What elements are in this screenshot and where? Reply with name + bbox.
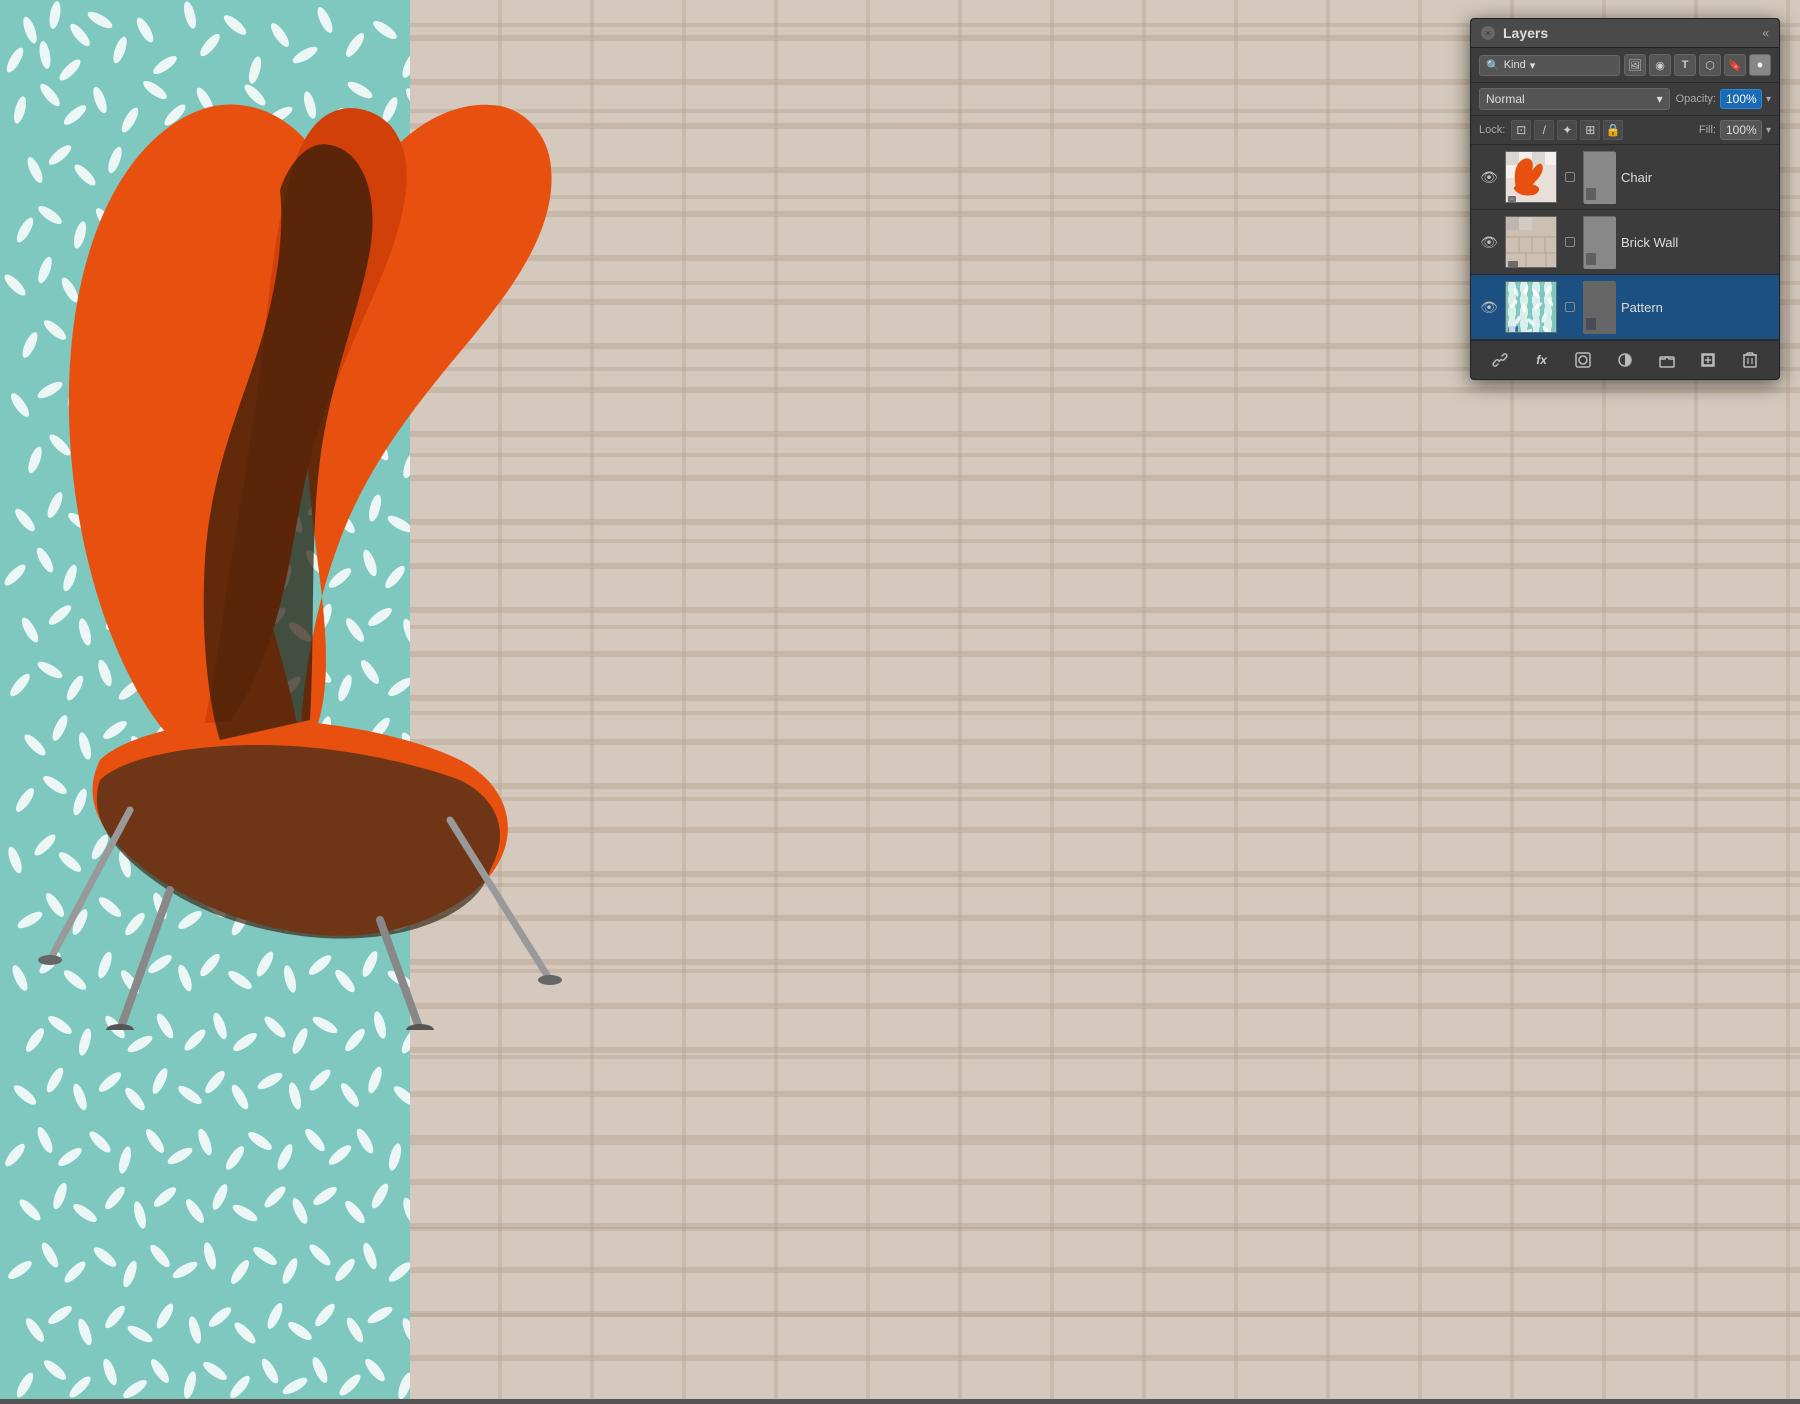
lock-move-btn[interactable]: ✦ <box>1557 120 1577 140</box>
layer-chain-brick <box>1563 216 1577 268</box>
layer-name-chair: Chair <box>1621 170 1771 185</box>
search-icon: 🔍 <box>1486 59 1500 72</box>
layer-mask-brick <box>1583 216 1615 268</box>
blend-mode-arrow: ▾ <box>1657 92 1663 106</box>
delete-layer-btn[interactable] <box>1738 348 1762 372</box>
filter-toggle-btn[interactable]: ● <box>1749 54 1771 76</box>
filter-shape-btn[interactable]: ⬡ <box>1699 54 1721 76</box>
fill-dropdown-arrow[interactable]: ▾ <box>1766 125 1771 136</box>
filter-bar: 🔍 Kind ▾ 🖼 ◉ T ⬡ 🔖 ● <box>1471 48 1779 83</box>
kind-dropdown-arrow: ▾ <box>1530 59 1536 72</box>
layer-thumbnail-brick <box>1505 216 1557 268</box>
layer-item-pattern[interactable]: 👁 <box>1471 275 1779 340</box>
layer-visibility-pattern[interactable]: 👁 <box>1479 299 1499 316</box>
blend-opacity-row: Normal ▾ Opacity: 100% ▾ <box>1471 83 1779 116</box>
lock-buttons: ⊡ / ✦ ⊞ 🔒 <box>1511 120 1623 140</box>
layer-thumbnail-pattern <box>1505 281 1557 333</box>
layers-title-bar: × Layers « <box>1471 19 1779 48</box>
layer-visibility-chair[interactable]: 👁 <box>1479 169 1499 186</box>
blend-mode-value: Normal <box>1486 92 1525 106</box>
layer-thumbnail-chair <box>1505 151 1557 203</box>
opacity-control: Opacity: 100% ▾ <box>1676 89 1771 109</box>
opacity-value[interactable]: 100% <box>1720 89 1762 109</box>
layer-mask-pattern <box>1583 281 1615 333</box>
add-style-btn[interactable]: fx <box>1530 348 1554 372</box>
lock-label: Lock: <box>1479 124 1505 136</box>
filter-type-btn[interactable]: T <box>1674 54 1696 76</box>
layers-panel: × Layers « 🔍 Kind ▾ 🖼 ◉ T ⬡ 🔖 ● Normal ▾… <box>1470 18 1780 380</box>
layer-visibility-brick[interactable]: 👁 <box>1479 234 1499 251</box>
new-group-btn[interactable] <box>1655 348 1679 372</box>
fill-label: Fill: <box>1699 124 1716 136</box>
kind-label: Kind <box>1504 59 1526 71</box>
opacity-label: Opacity: <box>1676 93 1716 105</box>
lock-transparency-btn[interactable]: ⊡ <box>1511 120 1531 140</box>
lock-all-btn[interactable]: 🔒 <box>1603 120 1623 140</box>
layers-toolbar: fx <box>1471 340 1779 379</box>
opacity-dropdown-arrow[interactable]: ▾ <box>1766 94 1771 105</box>
fill-control: Fill: 100% ▾ <box>1699 120 1771 140</box>
panel-title: Layers <box>1503 25 1762 41</box>
lock-fill-row: Lock: ⊡ / ✦ ⊞ 🔒 Fill: 100% ▾ <box>1471 116 1779 145</box>
layer-chain-chair <box>1563 151 1577 203</box>
add-mask-btn[interactable] <box>1571 348 1595 372</box>
chair-illustration <box>0 60 780 1030</box>
filter-image-btn[interactable]: 🖼 <box>1624 54 1646 76</box>
fill-value[interactable]: 100% <box>1720 120 1762 140</box>
add-adjustment-btn[interactable] <box>1613 348 1637 372</box>
lock-artboard-btn[interactable]: ⊞ <box>1580 120 1600 140</box>
filter-icon-buttons: 🖼 ◉ T ⬡ 🔖 ● <box>1624 54 1771 76</box>
new-layer-btn[interactable] <box>1696 348 1720 372</box>
filter-smart-btn[interactable]: 🔖 <box>1724 54 1746 76</box>
layer-name-pattern: Pattern <box>1621 300 1771 315</box>
layer-item-chair[interactable]: 👁 <box>1471 145 1779 210</box>
layer-mask-chair <box>1583 151 1615 203</box>
filter-adjustment-btn[interactable]: ◉ <box>1649 54 1671 76</box>
blend-mode-dropdown[interactable]: Normal ▾ <box>1479 88 1670 110</box>
layer-item-brick-wall[interactable]: 👁 <box>1471 210 1779 275</box>
close-button[interactable]: × <box>1481 26 1495 40</box>
layer-chain-pattern <box>1563 281 1577 333</box>
collapse-button[interactable]: « <box>1762 26 1769 40</box>
kind-filter-dropdown[interactable]: 🔍 Kind ▾ <box>1479 55 1620 76</box>
lock-paint-btn[interactable]: / <box>1534 120 1554 140</box>
link-layers-btn[interactable] <box>1488 348 1512 372</box>
layer-name-brick: Brick Wall <box>1621 235 1771 250</box>
